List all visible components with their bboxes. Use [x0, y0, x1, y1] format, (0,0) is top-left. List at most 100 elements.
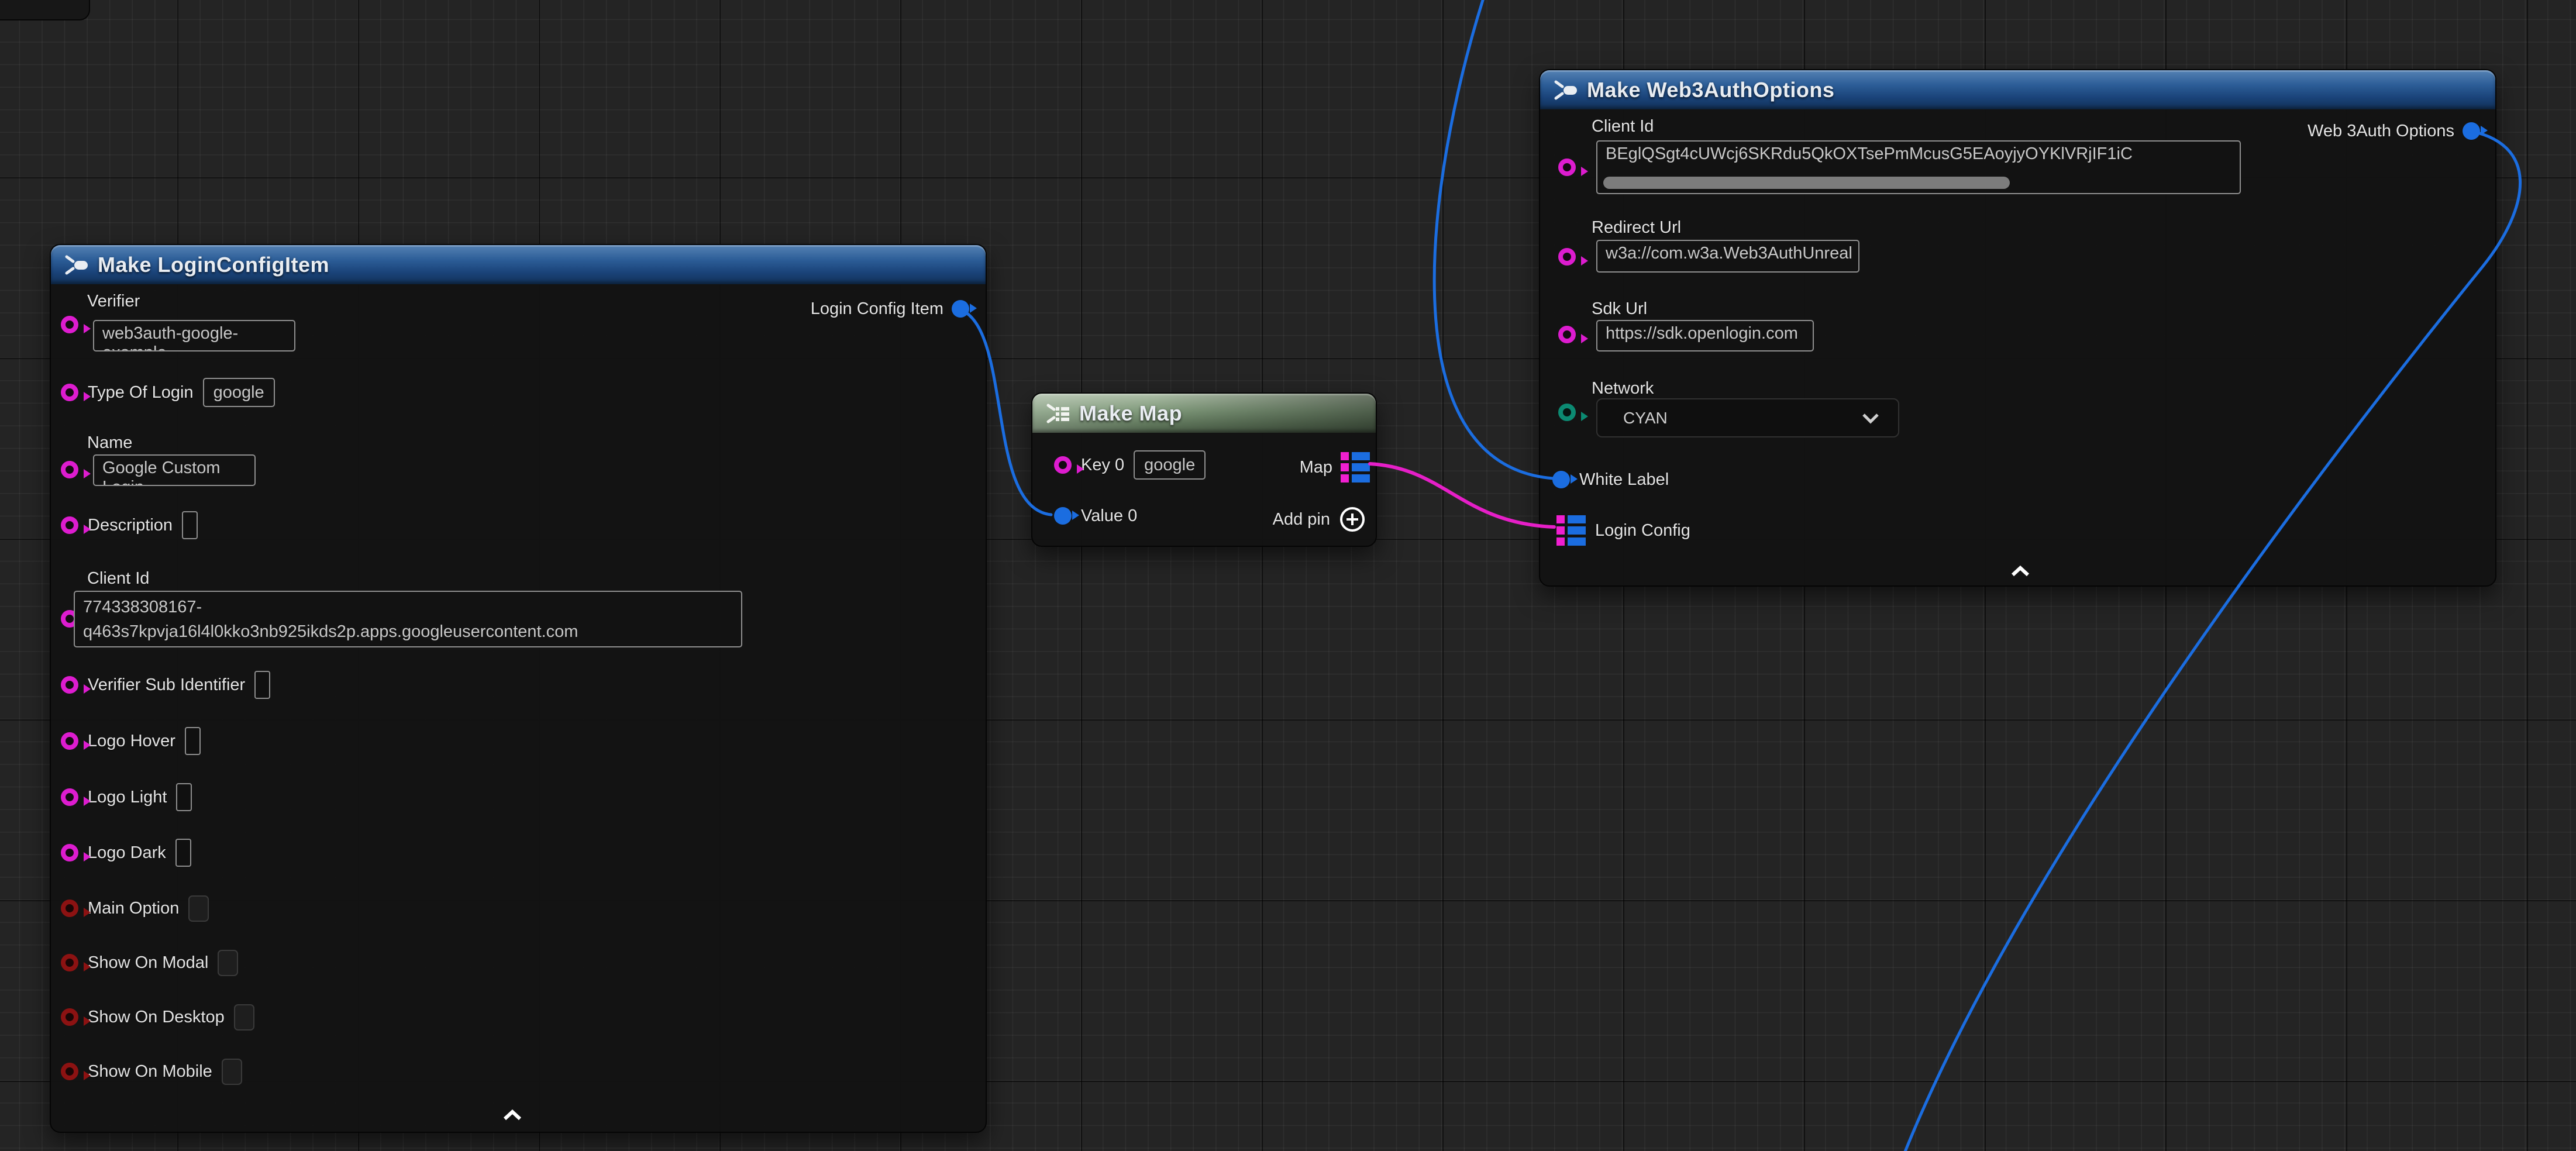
output-pin-row-login-config-item[interactable]: Login Config Item [811, 294, 969, 323]
wire-map-to-login-config[interactable] [1370, 464, 1554, 527]
bool-pin-show-on-modal[interactable] [61, 954, 78, 971]
bool-pin-show-on-desktop[interactable] [61, 1008, 78, 1026]
node-header-make-web3authoptions[interactable]: Make Web3AuthOptions [1540, 70, 2495, 109]
object-pin-value0[interactable] [1054, 507, 1072, 525]
pin-label-white-label: White Label [1579, 470, 1669, 490]
pin-row-logo-light: Logo Light [61, 783, 192, 812]
pin-label-client-id: Client Id [1592, 117, 1654, 136]
pin-row-type-of-login: Type Of Login google [61, 378, 275, 407]
name-input[interactable]: Google Custom Login [93, 454, 256, 486]
string-pin-name[interactable] [61, 461, 78, 478]
pin-label-network: Network [1592, 379, 1654, 398]
logo-dark-input[interactable] [175, 839, 191, 867]
node-title: Make Map [1079, 401, 1182, 426]
make-struct-icon [63, 251, 89, 278]
output-pin-label: Login Config Item [811, 299, 943, 319]
blueprint-graph-canvas[interactable]: Make LoginConfigItem Login Config Item V… [0, 0, 2576, 1151]
string-pin-sdk-url[interactable] [1558, 326, 1576, 343]
string-pin-verifier[interactable] [61, 316, 78, 333]
verifier-input[interactable]: web3auth-google-example [93, 320, 295, 351]
pin-label-verifier: Verifier [87, 292, 140, 311]
pin-row-show-on-desktop: Show On Desktop [61, 1002, 254, 1032]
string-pin-type-of-login[interactable] [61, 384, 78, 401]
string-pin-logo-dark[interactable] [61, 844, 78, 861]
make-map-icon [1044, 400, 1071, 427]
string-pin-redirect-url[interactable] [1558, 248, 1576, 266]
logo-light-input[interactable] [176, 783, 192, 811]
client-id-input[interactable]: 774338308167- q463s7kpvja16l4l0kko3nb925… [74, 591, 742, 647]
client-id-input-scrollbar[interactable] [1603, 177, 2010, 189]
pin-label-show-on-modal: Show On Modal [88, 953, 208, 973]
map-pin-login-config[interactable] [1556, 515, 1586, 546]
make-struct-icon [1552, 77, 1579, 104]
pin-label-sdk-url: Sdk Url [1592, 299, 1647, 319]
pin-label-logo-hover: Logo Hover [88, 732, 175, 751]
node-make-loginconfigitem[interactable]: Make LoginConfigItem Login Config Item V… [50, 244, 987, 1133]
verifier-sub-identifier-input[interactable] [254, 671, 270, 699]
pin-label-name: Name [87, 433, 132, 453]
pin-label-logo-light: Logo Light [88, 788, 167, 807]
add-pin-row[interactable]: Add pin [1273, 505, 1366, 534]
pin-label-type-of-login: Type Of Login [88, 383, 194, 402]
bool-pin-show-on-mobile[interactable] [61, 1063, 78, 1080]
network-dropdown-value: CYAN [1623, 409, 1668, 428]
show-on-mobile-checkbox[interactable] [222, 1059, 242, 1085]
output-pin-row-map[interactable]: Map [1300, 450, 1370, 485]
pin-row-value0: Value 0 [1054, 501, 1137, 530]
node-make-web3authoptions[interactable]: Make Web3AuthOptions Web 3Auth Options C… [1539, 69, 2496, 587]
pin-row-key0: Key 0 google [1054, 450, 1206, 480]
node-make-map[interactable]: Make Map Key 0 google Map Value 0 Add pi… [1031, 392, 1377, 547]
add-pin-icon[interactable] [1338, 505, 1366, 533]
logo-hover-input[interactable] [185, 727, 201, 755]
string-pin-logo-light[interactable] [61, 788, 78, 806]
node-title: Make Web3AuthOptions [1587, 78, 1834, 102]
pin-label-redirect-url: Redirect Url [1592, 218, 1681, 237]
string-pin-key0[interactable] [1054, 456, 1072, 474]
node-title: Make LoginConfigItem [98, 253, 329, 277]
offscreen-node-corner [0, 0, 90, 20]
show-on-desktop-checkbox[interactable] [234, 1004, 254, 1031]
add-pin-label: Add pin [1273, 510, 1330, 529]
collapse-chevron-icon[interactable] [2010, 566, 2030, 577]
pin-row-main-option: Main Option [61, 894, 209, 923]
node-header-make-map[interactable]: Make Map [1032, 394, 1376, 433]
network-dropdown[interactable]: CYAN [1596, 398, 1899, 437]
string-pin-description[interactable] [61, 516, 78, 534]
key0-input[interactable]: google [1134, 450, 1206, 480]
object-pin-white-label[interactable] [1552, 471, 1570, 488]
pin-row-show-on-mobile: Show On Mobile [61, 1057, 242, 1086]
string-pin-logo-hover[interactable] [61, 732, 78, 750]
bool-pin-main-option[interactable] [61, 900, 78, 917]
pin-label-show-on-mobile: Show On Mobile [88, 1062, 212, 1081]
sdk-url-input[interactable]: https://sdk.openlogin.com [1596, 320, 1814, 351]
pin-label-verifier-sub-identifier: Verifier Sub Identifier [88, 676, 245, 695]
output-pin-row-web3auth-options[interactable]: Web 3Auth Options [2308, 116, 2480, 146]
pin-row-login-config: Login Config [1556, 513, 1690, 548]
pin-row-show-on-modal: Show On Modal [61, 948, 238, 977]
pin-label-key0: Key 0 [1081, 456, 1124, 475]
string-pin-client-id[interactable] [1558, 158, 1576, 176]
struct-output-pin[interactable] [2463, 122, 2480, 140]
main-option-checkbox[interactable] [188, 895, 209, 922]
description-input[interactable] [182, 511, 198, 539]
collapse-chevron-icon[interactable] [502, 1109, 522, 1121]
pin-row-logo-hover: Logo Hover [61, 726, 201, 756]
output-pin-label-map: Map [1300, 458, 1332, 477]
type-of-login-input[interactable]: google [203, 378, 275, 407]
string-pin-verifier-sub-identifier[interactable] [61, 676, 78, 694]
pin-label-show-on-desktop: Show On Desktop [88, 1008, 225, 1027]
pin-row-white-label: White Label [1552, 465, 1669, 494]
wire-offscreen-to-white-label[interactable] [1434, 0, 1553, 478]
pin-row-verifier-sub-identifier: Verifier Sub Identifier [61, 670, 270, 699]
node-header-make-loginconfigitem[interactable]: Make LoginConfigItem [51, 245, 986, 284]
enum-pin-network[interactable] [1558, 404, 1576, 421]
output-pin-label: Web 3Auth Options [2308, 122, 2454, 141]
pin-label-login-config: Login Config [1595, 521, 1690, 540]
map-output-pin[interactable] [1341, 452, 1370, 483]
pin-label-client-id: Client Id [87, 569, 149, 588]
pin-label-logo-dark: Logo Dark [88, 843, 166, 863]
pin-label-value0: Value 0 [1081, 506, 1137, 526]
show-on-modal-checkbox[interactable] [218, 950, 238, 976]
struct-output-pin[interactable] [952, 300, 969, 318]
redirect-url-input[interactable]: w3a://com.w3a.Web3AuthUnreal [1596, 240, 1859, 273]
